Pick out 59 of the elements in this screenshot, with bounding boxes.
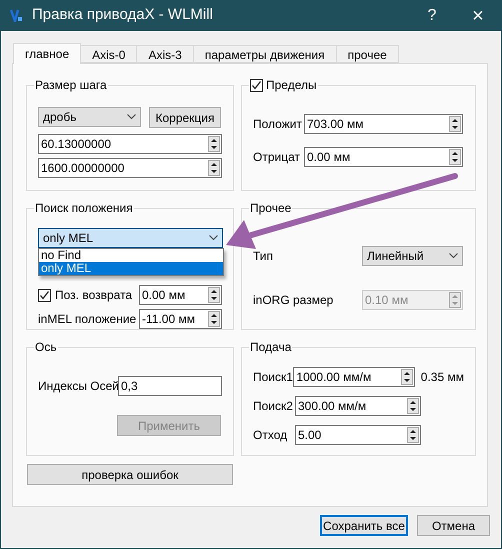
chevron-down-icon	[449, 253, 458, 259]
spin-box[interactable]: 703.00 мм	[304, 114, 463, 134]
window-title: Правка приводаX - WLMill	[32, 5, 213, 26]
input-field[interactable]: 0,3	[118, 376, 222, 396]
tab[interactable]: главное	[13, 43, 82, 64]
spin-box[interactable]: -11.00 мм	[139, 309, 222, 329]
dropdown[interactable]: only MEL	[38, 228, 223, 248]
spin-box[interactable]: 5.00	[295, 425, 421, 445]
spin-box[interactable]: 300.00 мм/м	[295, 396, 421, 416]
dropdown-option[interactable]: only MEL	[39, 262, 223, 275]
spin-box[interactable]: 1600.00000000	[38, 158, 222, 178]
tab[interactable]: Axis-0	[80, 45, 138, 63]
spin-arrows-icon[interactable]	[449, 116, 461, 132]
spin-arrows-icon[interactable]	[208, 287, 220, 303]
tab[interactable]: параметры движения	[192, 45, 337, 63]
spin-arrows-icon[interactable]	[407, 427, 419, 443]
group-title: Пределы	[266, 77, 317, 94]
tab[interactable]: Axis-3	[136, 45, 194, 63]
field-label: inMEL положение	[38, 311, 138, 328]
dropdown-option[interactable]: no Find	[39, 249, 223, 262]
checkbox-label: Поз. возврата	[55, 287, 134, 304]
field-label: Поиск1	[253, 369, 294, 386]
chevron-down-icon	[127, 114, 136, 120]
field-label: Поиск2	[253, 398, 294, 415]
spin-box[interactable]: 1000.00 мм/м	[293, 367, 415, 387]
group-title: Ось	[35, 339, 57, 356]
value-text: 0.35 мм	[420, 369, 464, 386]
checkbox[interactable]	[250, 78, 263, 92]
app-logo-icon	[10, 9, 23, 22]
spin-arrows-icon[interactable]	[400, 369, 413, 385]
checkbox[interactable]	[38, 288, 51, 302]
spin-box[interactable]: 60.13000000	[38, 134, 222, 154]
field-label: Отход	[253, 427, 288, 444]
close-button[interactable]: ×	[455, 0, 501, 30]
group-title: Размер шага	[35, 77, 107, 94]
spin-box[interactable]: 0.00 мм	[139, 285, 222, 305]
field-label: Тип	[253, 248, 274, 265]
push-button[interactable]: Отмена	[417, 515, 490, 536]
group-title: Прочее	[250, 200, 292, 217]
field-label: Положит	[253, 116, 303, 133]
group-title: Подача	[250, 339, 292, 356]
tab[interactable]: прочее	[336, 45, 399, 63]
help-button[interactable]: ?	[417, 4, 447, 28]
field-label: inORG размер	[253, 292, 334, 309]
dropdown[interactable]: Линейный	[362, 246, 463, 266]
spin-arrows-icon[interactable]	[208, 136, 220, 152]
spin-arrows-icon[interactable]	[208, 160, 220, 176]
spin-arrows-icon[interactable]	[449, 149, 461, 165]
spin-arrows-icon[interactable]	[407, 398, 419, 414]
dropdown[interactable]: дробь	[38, 107, 141, 127]
chevron-down-icon	[209, 235, 218, 241]
spin-arrows-icon[interactable]	[208, 311, 220, 327]
push-button[interactable]: проверка ошибок	[27, 464, 233, 485]
field-label: Отрицат	[253, 149, 301, 166]
group-title: Поиск положения	[35, 200, 133, 217]
push-button[interactable]: Сохранить все	[320, 515, 408, 536]
field-label: Индексы Осей	[38, 378, 118, 395]
spin-box[interactable]: 0.00 мм	[304, 147, 463, 167]
push-button[interactable]: Коррекция	[149, 107, 221, 128]
